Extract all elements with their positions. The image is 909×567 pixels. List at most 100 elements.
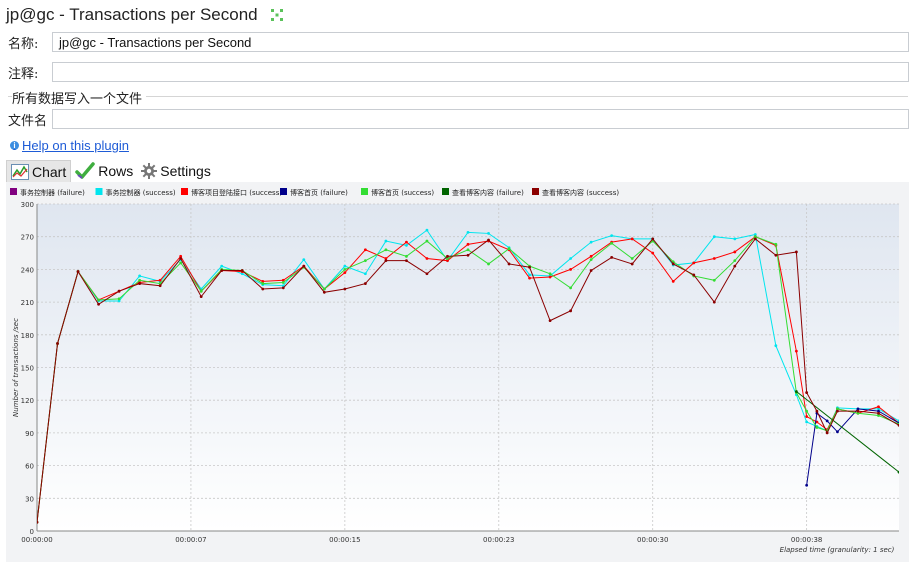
data-point — [548, 275, 552, 279]
x-tick-label: 00:00:15 — [329, 536, 360, 544]
data-point — [794, 390, 798, 393]
data-point — [671, 279, 675, 283]
data-point — [733, 259, 737, 263]
help-link[interactable]: i Help on this plugin — [10, 138, 129, 153]
data-point — [507, 262, 511, 266]
file-row: 文件名 — [0, 107, 909, 131]
data-point — [179, 257, 183, 260]
data-point — [343, 268, 347, 271]
data-point — [487, 238, 490, 242]
y-tick-label: 30 — [25, 495, 34, 503]
data-point — [671, 262, 675, 266]
tab-chart-label: Chart — [32, 163, 67, 180]
y-tick-label: 0 — [30, 528, 34, 536]
data-point — [877, 411, 880, 415]
data-point — [733, 250, 737, 254]
data-point — [487, 232, 490, 235]
tab-rows[interactable]: Rows — [71, 160, 137, 182]
tab-settings-label: Settings — [160, 163, 211, 179]
checkmark-icon — [75, 162, 95, 179]
data-point — [281, 281, 285, 284]
data-point — [199, 289, 203, 293]
legend-swatch — [95, 188, 103, 195]
legend-label: 事务控制器 (success) — [106, 188, 176, 197]
legend-label: 查看博客内容 (failure) — [452, 188, 524, 197]
x-tick-label: 00:00:00 — [21, 536, 52, 544]
data-point — [805, 483, 809, 487]
legend-swatch — [361, 188, 368, 195]
data-point — [425, 272, 429, 276]
comment-input[interactable] — [52, 62, 909, 82]
y-tick-label: 120 — [21, 397, 34, 405]
legend-swatch — [442, 188, 449, 195]
data-point — [220, 269, 224, 272]
chart-icon — [11, 163, 29, 180]
y-axis-title: Number of transactions /sec — [12, 318, 20, 417]
tab-chart[interactable]: Chart — [6, 159, 72, 183]
data-point — [569, 286, 573, 290]
data-point — [712, 278, 716, 282]
data-point — [836, 430, 839, 434]
filename-input[interactable] — [52, 109, 909, 129]
data-point — [384, 248, 388, 252]
legend-label: 博客项目登陆接口 (success) — [191, 188, 282, 197]
data-point — [138, 278, 142, 282]
x-tick-label: 00:00:07 — [175, 536, 206, 544]
tab-bar: Chart Rows Settings — [6, 159, 215, 183]
tab-settings[interactable]: Settings — [137, 160, 215, 182]
y-tick-label: 150 — [21, 365, 34, 373]
data-point — [610, 234, 614, 238]
data-point — [630, 257, 634, 260]
data-point — [240, 269, 244, 272]
data-point — [384, 259, 388, 263]
data-point — [856, 409, 860, 413]
data-point — [322, 290, 326, 294]
data-point — [825, 419, 829, 423]
data-point — [589, 269, 593, 272]
y-tick-label: 270 — [21, 234, 34, 242]
y-tick-label: 180 — [21, 332, 34, 340]
data-point — [466, 230, 470, 234]
data-point — [363, 272, 367, 276]
data-point — [805, 415, 809, 418]
help-link-label[interactable]: Help on this plugin — [22, 138, 129, 153]
data-point — [805, 409, 809, 413]
data-point — [466, 253, 470, 257]
data-point — [610, 256, 614, 259]
data-point — [425, 228, 429, 232]
data-point — [425, 257, 429, 260]
gear-icon — [141, 163, 158, 179]
legend-label: 博客首页 (failure) — [290, 188, 348, 197]
data-point — [630, 262, 634, 266]
data-point — [487, 262, 490, 266]
data-point — [405, 240, 408, 244]
data-point — [97, 298, 100, 302]
data-point — [712, 257, 716, 260]
name-row: 名称: jp@gc - Transactions per Second — [0, 30, 909, 54]
data-point — [815, 426, 819, 429]
data-point — [877, 405, 880, 409]
comment-label: 注释: — [8, 66, 39, 82]
data-point — [548, 272, 552, 276]
data-point — [651, 237, 655, 241]
data-point — [97, 302, 100, 306]
expand-icon[interactable] — [270, 8, 284, 22]
data-point — [692, 273, 696, 277]
info-icon: i — [10, 141, 19, 150]
data-point — [651, 251, 655, 255]
data-point — [138, 274, 142, 278]
data-point — [281, 286, 285, 290]
x-axis-title: Elapsed time (granularity: 1 sec) — [780, 546, 895, 554]
data-point — [805, 391, 809, 394]
data-point — [712, 235, 716, 239]
data-point — [117, 289, 121, 293]
data-point — [548, 319, 552, 323]
data-point — [753, 237, 757, 241]
data-point — [405, 254, 408, 258]
name-input[interactable]: jp@gc - Transactions per Second — [52, 32, 909, 52]
data-point — [528, 276, 531, 280]
data-point — [569, 268, 573, 271]
data-point — [825, 431, 829, 435]
group-label: 所有数据写入一个文件 — [12, 88, 147, 107]
data-point — [774, 253, 778, 257]
